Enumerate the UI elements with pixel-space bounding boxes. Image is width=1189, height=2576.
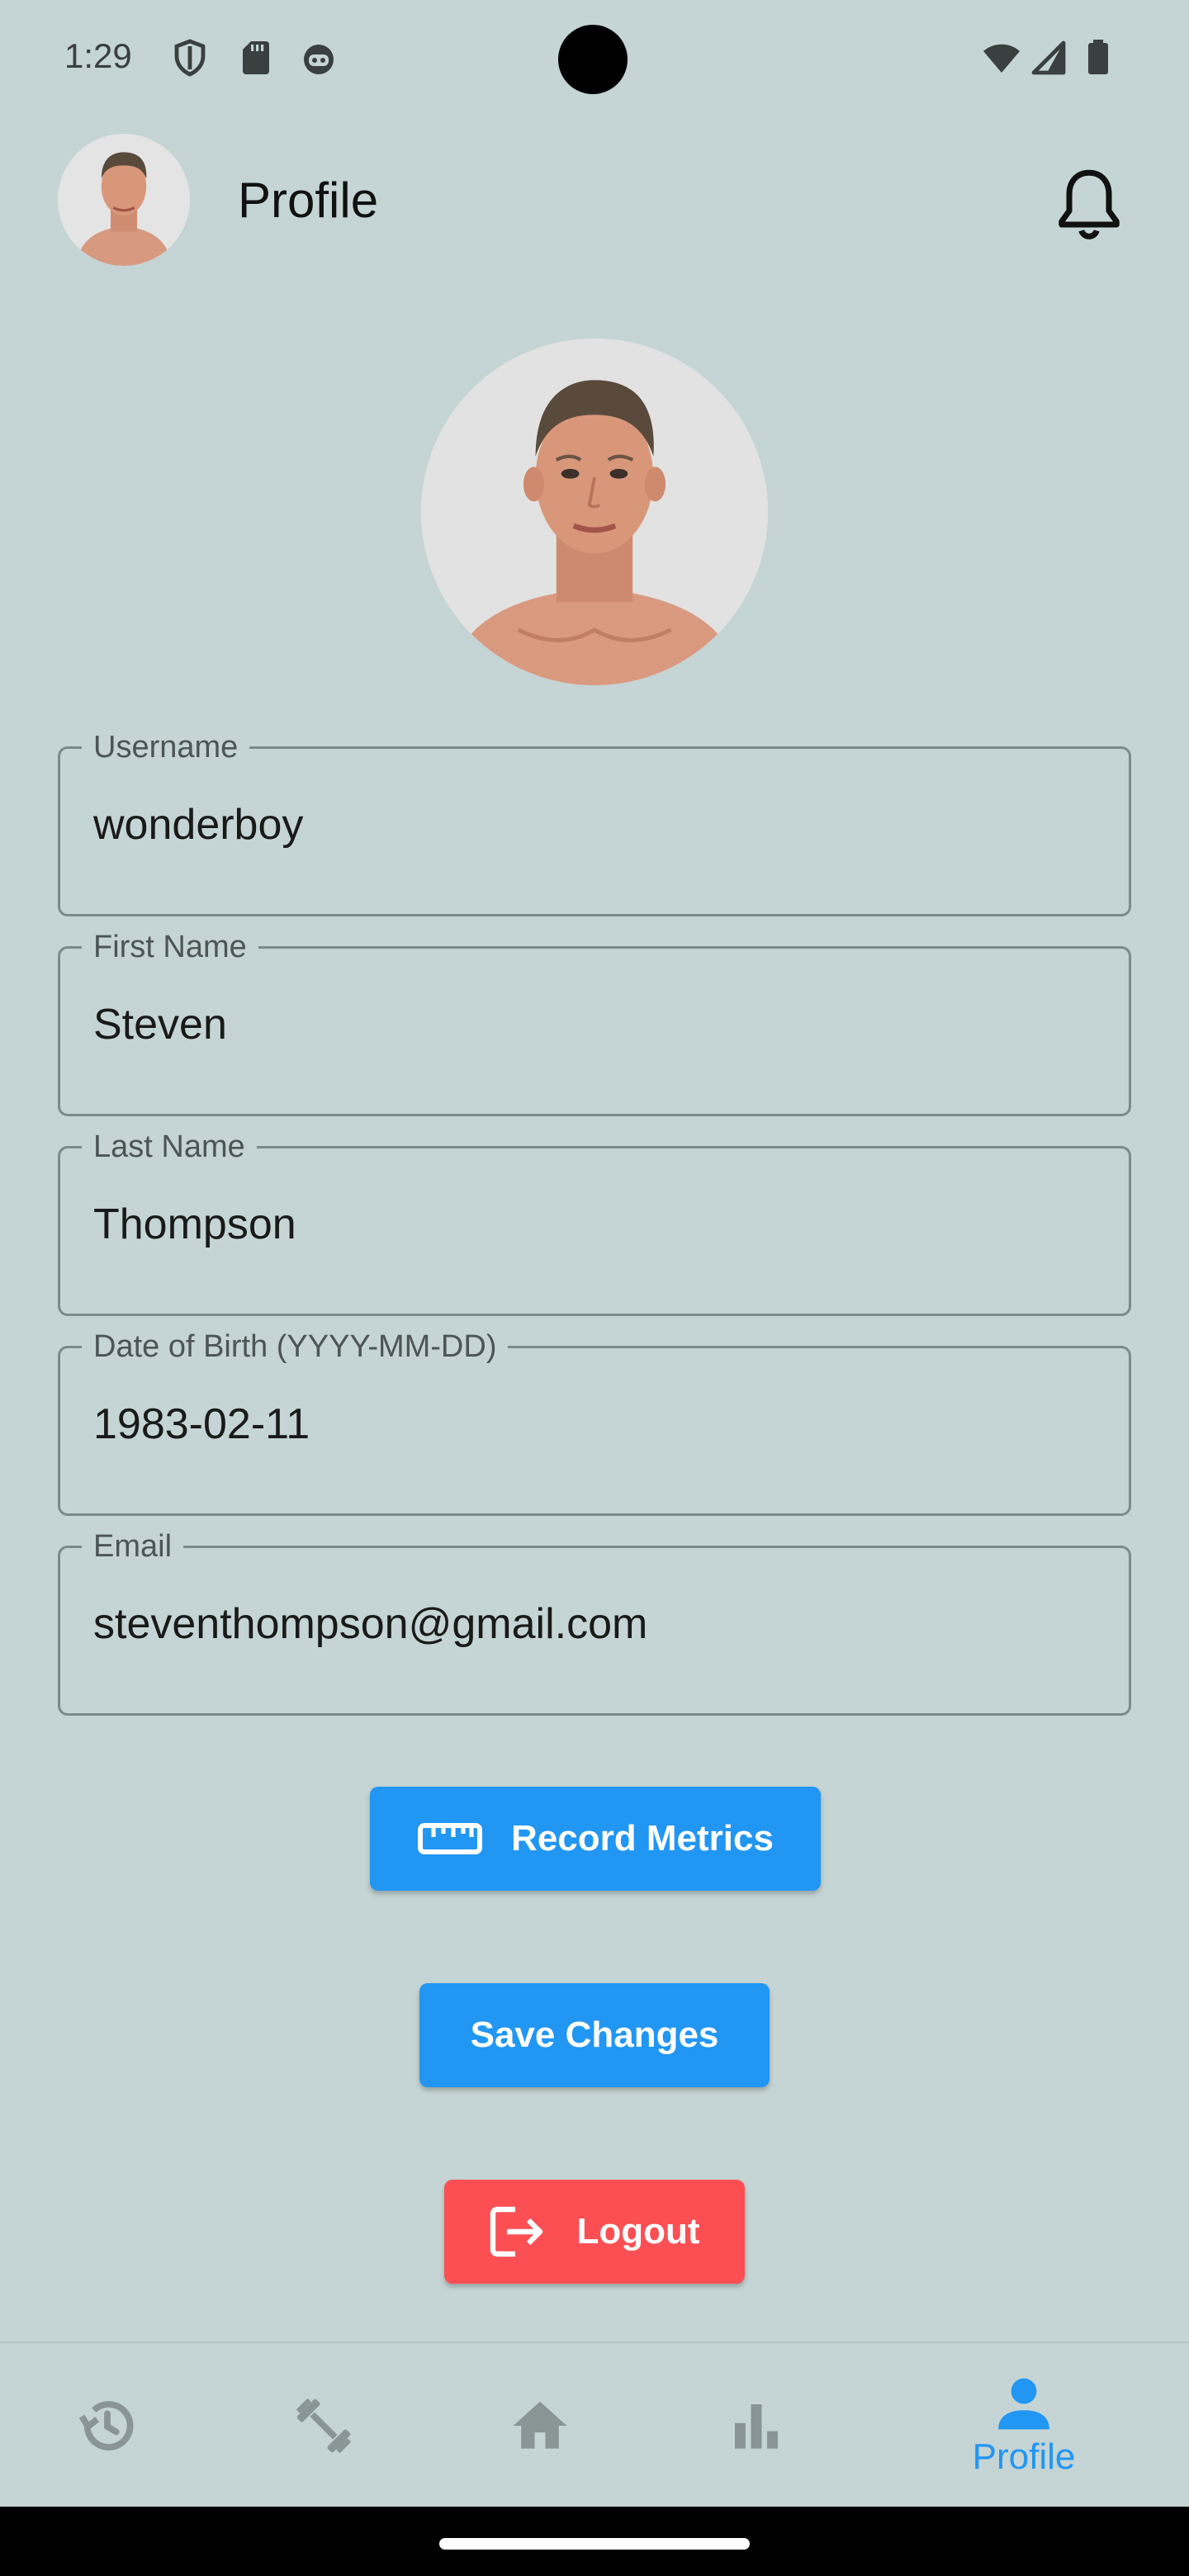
robot-face-icon — [304, 45, 334, 74]
date-of-birth-label: Date of Birth (YYYY-MM-DD) — [82, 1327, 509, 1366]
nav-stats[interactable] — [690, 2343, 822, 2508]
logout-button[interactable]: Logout — [444, 2180, 745, 2284]
ruler-icon — [417, 1821, 483, 1857]
last-name-label: Last Name — [82, 1127, 257, 1167]
nav-profile[interactable]: Profile — [941, 2343, 1106, 2508]
home-icon — [513, 2401, 567, 2449]
username-label: Username — [82, 727, 250, 767]
profile-photo[interactable] — [421, 339, 768, 685]
date-of-birth-input[interactable] — [93, 1399, 1084, 1449]
home-gesture-handle[interactable] — [439, 2538, 750, 2550]
nav-home[interactable] — [474, 2343, 606, 2508]
nav-workouts[interactable] — [258, 2343, 390, 2508]
camera-cutout — [558, 25, 628, 94]
logout-icon — [489, 2204, 548, 2259]
sd-card-icon — [243, 41, 269, 74]
person-icon — [998, 2378, 1049, 2430]
page-title: Profile — [238, 173, 379, 228]
bar-chart-icon — [735, 2404, 778, 2449]
status-bar: 1:29 — [0, 0, 1189, 116]
email-field[interactable]: Email — [58, 1527, 1131, 1716]
cell-signal-icon — [1031, 40, 1066, 75]
appbar-avatar[interactable] — [58, 134, 190, 266]
date-of-birth-field[interactable]: Date of Birth (YYYY-MM-DD) — [58, 1327, 1131, 1516]
last-name-input[interactable] — [93, 1200, 1084, 1249]
first-name-label: First Name — [82, 927, 258, 967]
bell-icon[interactable] — [1052, 165, 1126, 244]
logout-label: Logout — [576, 2211, 700, 2252]
email-input[interactable] — [93, 1599, 1084, 1649]
bottom-navigation: Profile — [0, 2342, 1189, 2507]
record-metrics-button[interactable]: Record Metrics — [370, 1787, 821, 1891]
username-input[interactable] — [93, 800, 1084, 850]
username-field[interactable]: Username — [58, 727, 1131, 916]
save-changes-label: Save Changes — [470, 2015, 719, 2055]
nav-profile-label: Profile — [972, 2436, 1076, 2477]
wifi-icon — [983, 44, 1020, 73]
first-name-input[interactable] — [93, 1000, 1084, 1049]
email-label: Email — [82, 1527, 184, 1566]
profile-photo-icon — [421, 339, 768, 685]
fitness-icon — [296, 2398, 351, 2453]
history-icon — [78, 2401, 134, 2451]
user-avatar-icon — [58, 134, 190, 266]
first-name-field[interactable]: First Name — [58, 927, 1131, 1116]
save-changes-button[interactable]: Save Changes — [419, 1983, 770, 2087]
shield-icon — [174, 39, 206, 77]
last-name-field[interactable]: Last Name — [58, 1127, 1131, 1316]
battery-icon — [1088, 40, 1108, 74]
nav-history[interactable] — [41, 2343, 173, 2508]
status-time: 1:29 — [64, 36, 132, 75]
record-metrics-label: Record Metrics — [511, 1818, 774, 1859]
